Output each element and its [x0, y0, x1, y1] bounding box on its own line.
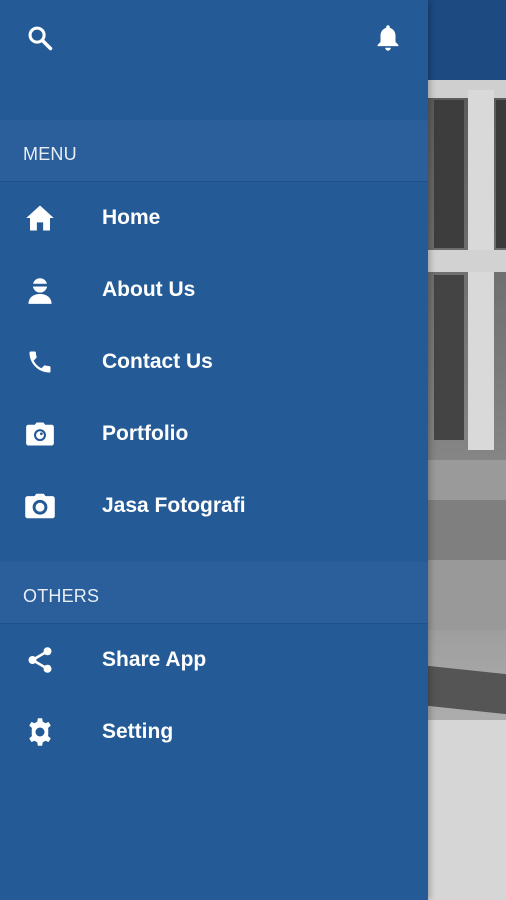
navigation-drawer: MENU Home About Us Contact Us Portfolio …: [0, 0, 428, 900]
section-title-others: OTHERS: [23, 586, 100, 606]
menu-item-label: About Us: [102, 278, 196, 301]
background-photo: [428, 80, 506, 900]
menu-item-label: Jasa Fotografi: [102, 494, 246, 517]
menu-item-label: Home: [102, 206, 161, 229]
background-content: [428, 0, 506, 900]
camera-outline-icon: [24, 418, 56, 450]
phone-icon: [24, 346, 56, 378]
menu-item-home[interactable]: Home: [0, 182, 428, 254]
drawer-header: [0, 0, 428, 80]
menu-item-setting[interactable]: Setting: [0, 696, 428, 768]
bell-icon[interactable]: [368, 18, 408, 58]
menu-item-contact-us[interactable]: Contact Us: [0, 326, 428, 398]
menu-item-label: Setting: [102, 720, 174, 743]
gear-icon: [24, 716, 56, 748]
menu-item-label: Contact Us: [102, 350, 213, 373]
person-icon: [24, 274, 56, 306]
share-icon: [24, 644, 56, 676]
section-title-menu: MENU: [23, 144, 77, 164]
menu-item-label: Share App: [102, 648, 207, 671]
menu-item-share-app[interactable]: Share App: [0, 624, 428, 696]
section-header-others: OTHERS: [0, 562, 428, 624]
home-icon: [24, 202, 56, 234]
menu-item-jasa-fotografi[interactable]: Jasa Fotografi: [0, 470, 428, 542]
camera-icon: [24, 490, 56, 522]
menu-item-portfolio[interactable]: Portfolio: [0, 398, 428, 470]
menu-item-about-us[interactable]: About Us: [0, 254, 428, 326]
section-header-menu: MENU: [0, 120, 428, 182]
search-icon[interactable]: [20, 18, 60, 58]
menu-item-label: Portfolio: [102, 422, 189, 445]
app-toolbar: [428, 0, 506, 80]
